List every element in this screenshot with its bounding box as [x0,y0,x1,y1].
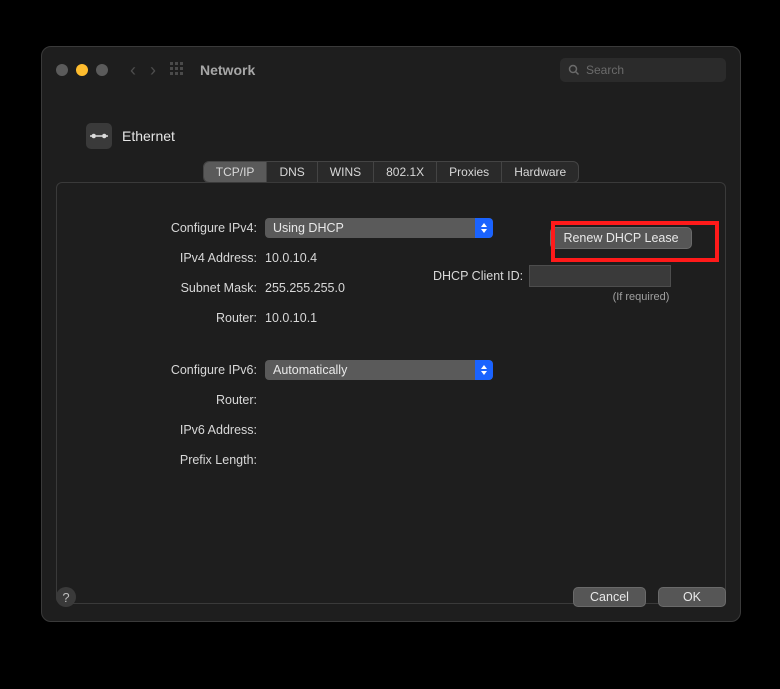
ipv4-address-label: IPv4 Address: [57,251,265,265]
search-placeholder: Search [586,63,624,77]
configure-ipv6-select[interactable]: Automatically [265,360,493,380]
search-input[interactable]: Search [560,58,726,82]
ipv4-router-label: Router: [57,311,265,325]
window-title: Network [200,62,255,78]
close-icon[interactable] [56,64,68,76]
updown-icon [475,360,493,380]
search-icon [568,64,580,76]
tcpip-panel: Configure IPv4: Using DHCP IPv4 Address:… [56,182,726,604]
ok-button[interactable]: OK [658,587,726,607]
subnet-mask-value: 255.255.255.0 [265,281,345,295]
ipv4-address-value: 10.0.10.4 [265,251,317,265]
tab-proxies[interactable]: Proxies [437,162,502,182]
ipv6-router-label: Router: [57,393,265,407]
subnet-mask-label: Subnet Mask: [57,281,265,295]
ipv4-router-value: 10.0.10.1 [265,311,317,325]
help-button[interactable]: ? [56,587,76,607]
forward-button[interactable]: › [146,59,160,81]
zoom-icon[interactable] [96,64,108,76]
preferences-window: ‹ › Network Search Ethernet TCP/IP [41,46,741,622]
cancel-button[interactable]: Cancel [573,587,646,607]
tab-8021x[interactable]: 802.1X [374,162,437,182]
dhcp-client-id-label: DHCP Client ID: [433,269,523,283]
tab-dns[interactable]: DNS [267,162,317,182]
configure-ipv4-value: Using DHCP [273,221,344,235]
traffic-lights [56,64,108,76]
renew-dhcp-lease-button[interactable]: Renew DHCP Lease [550,227,691,249]
dhcp-client-id-input[interactable] [529,265,671,287]
interface-name: Ethernet [122,128,175,144]
minimize-icon[interactable] [76,64,88,76]
configure-ipv4-label: Configure IPv4: [57,221,265,235]
prefix-length-label: Prefix Length: [57,453,265,467]
show-all-icon[interactable] [170,62,186,78]
tab-wins[interactable]: WINS [318,162,374,182]
back-button[interactable]: ‹ [126,59,140,81]
updown-icon [475,218,493,238]
ethernet-icon [86,123,112,149]
tab-hardware[interactable]: Hardware [502,162,578,182]
if-required-label: (If required) [571,291,711,303]
titlebar: ‹ › Network Search [42,47,740,93]
tab-bar: TCP/IP DNS WINS 802.1X Proxies Hardware [203,161,579,183]
tab-tcpip[interactable]: TCP/IP [204,162,268,182]
pane-heading: Ethernet [86,123,726,149]
configure-ipv6-label: Configure IPv6: [57,363,265,377]
configure-ipv4-select[interactable]: Using DHCP [265,218,493,238]
configure-ipv6-value: Automatically [273,363,347,377]
ipv6-address-label: IPv6 Address: [57,423,265,437]
